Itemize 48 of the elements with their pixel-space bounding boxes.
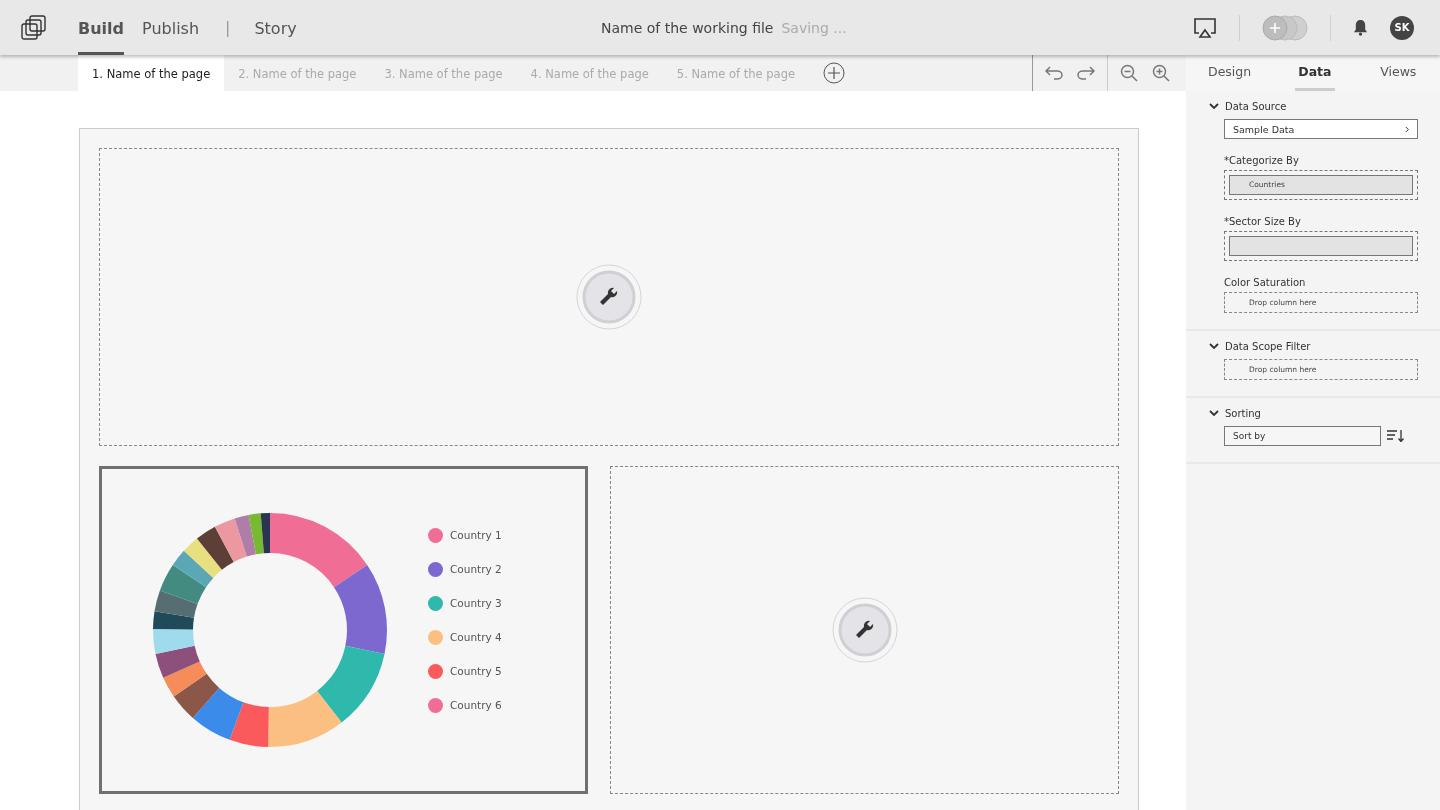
screen-cast-icon[interactable] [1193,16,1217,39]
section-title[interactable]: Sorting [1225,408,1261,419]
section-title[interactable]: Data Scope Filter [1225,341,1311,352]
chevron-right-icon [1405,125,1410,133]
file-name: Name of the working file [601,19,774,36]
donut-slice [155,645,200,678]
legend-label: Country 3 [450,597,502,609]
donut-slice [183,538,222,578]
sort-icon[interactable] [1387,430,1405,442]
panel-tab[interactable]: Data [1295,55,1335,91]
donut-slice [153,629,195,655]
page-tab[interactable]: 1. Name of the page [78,55,225,91]
data-source-select[interactable]: Sample Data [1224,119,1418,139]
donut-slice [172,550,214,588]
legend-label: Country 5 [450,665,502,677]
bell-icon[interactable] [1353,19,1368,36]
user-avatar[interactable]: SK [1390,15,1414,40]
sort-field[interactable]: Sort by [1224,426,1381,446]
zoom-out-icon[interactable] [1120,64,1138,82]
chart-card[interactable]: Country 1 Country 2 Country 3 Country 4 Country 5 Country 6 [99,466,588,794]
save-status: Saving ... [781,19,847,36]
nav-tab[interactable]: Publish [142,0,200,55]
legend-label: Country 4 [450,631,502,643]
column-slot[interactable] [1229,236,1413,256]
panel-tab[interactable]: Design [1208,55,1252,91]
wrench-icon[interactable] [576,264,642,330]
redo-icon[interactable] [1077,66,1095,80]
chevron-icon[interactable] [1209,410,1219,417]
nav-divider: | [225,18,231,37]
chevron-icon[interactable] [1209,343,1219,350]
section-title[interactable]: Data Source [1225,101,1287,112]
zoom-in-icon[interactable] [1152,64,1170,82]
undo-icon[interactable] [1045,66,1063,80]
stacked-squares-icon[interactable] [21,14,47,41]
add-page-icon[interactable] [823,62,845,84]
chevron-icon[interactable] [1209,103,1219,110]
legend-label: Country 6 [450,699,502,711]
select-value: Sample Data [1233,123,1295,135]
donut-slice [173,673,220,718]
field-label: *Sector Size By [1224,216,1302,227]
legend-label: Country 2 [450,563,502,575]
nav-tab[interactable]: Story [254,0,297,55]
field-label: Color Saturation [1224,277,1307,288]
wrench-icon[interactable] [831,597,898,663]
donut-slice [159,564,206,604]
field-label: *Categorize By [1224,155,1300,166]
legend-label: Country 1 [450,529,502,541]
panel-tab[interactable]: Views [1378,55,1418,91]
